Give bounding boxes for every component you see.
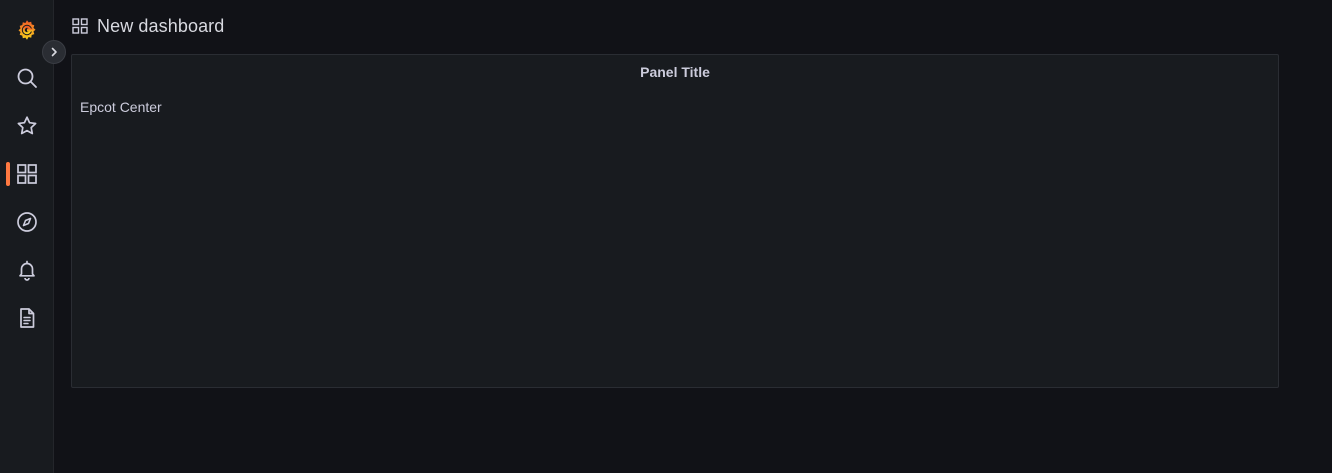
sidebar xyxy=(0,0,66,473)
bell-icon[interactable] xyxy=(0,250,54,290)
star-icon[interactable] xyxy=(0,106,54,146)
dashboard-header: New dashboard xyxy=(72,12,224,40)
panel-title[interactable]: Panel Title xyxy=(72,64,1278,80)
search-icon[interactable] xyxy=(0,58,54,98)
text-panel[interactable]: Panel Title Epcot Center xyxy=(71,54,1279,388)
compass-icon[interactable] xyxy=(0,202,54,242)
expand-menu-button[interactable] xyxy=(42,40,66,64)
dashboard-grid-icon xyxy=(72,18,88,34)
document-icon[interactable] xyxy=(0,298,54,338)
panel-content-text: Epcot Center xyxy=(80,99,162,115)
dashboards-icon[interactable] xyxy=(0,154,54,194)
page-title[interactable]: New dashboard xyxy=(97,16,224,37)
chevron-right-icon xyxy=(51,47,57,57)
